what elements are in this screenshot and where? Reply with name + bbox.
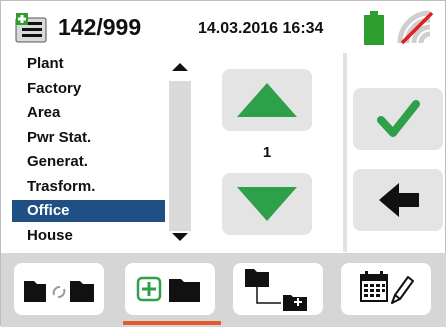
move-folder-icon	[24, 281, 94, 302]
subfolder-button[interactable]	[233, 263, 323, 315]
header-bar: 142/999 14.03.2016 16:34	[1, 1, 446, 53]
panel-divider	[343, 53, 347, 252]
battery-icon	[363, 11, 385, 45]
list-item-pwr-stat[interactable]: Pwr Stat.	[12, 127, 165, 149]
list-item-factory[interactable]: Factory	[12, 78, 165, 100]
list-item-trasform[interactable]: Trasform.	[12, 176, 165, 198]
list-item-generat[interactable]: Generat.	[12, 151, 165, 173]
calendar-edit-icon	[360, 271, 414, 304]
wifi-off-icon	[396, 9, 436, 47]
list-scrollbar[interactable]	[167, 53, 193, 252]
category-list: Plant Factory Area Pwr Stat. Generat. Tr…	[12, 53, 165, 252]
bottom-toolbar	[1, 253, 446, 327]
scroll-up-arrow-icon[interactable]	[167, 57, 193, 75]
list-item-house[interactable]: House	[12, 225, 165, 247]
decrement-button[interactable]	[222, 173, 312, 235]
move-folder-button[interactable]	[14, 263, 104, 315]
arrow-up-icon	[237, 83, 297, 117]
selector-value: 1	[262, 144, 272, 161]
check-icon	[377, 100, 420, 137]
list-item-area[interactable]: Area	[12, 102, 165, 124]
memory-count: 142/999	[58, 14, 142, 40]
memory-icon	[13, 9, 49, 45]
active-tab-indicator	[123, 321, 221, 325]
scroll-down-arrow-icon[interactable]	[167, 229, 193, 247]
add-folder-icon	[136, 276, 200, 302]
subfolder-icon	[245, 269, 307, 311]
calendar-edit-button[interactable]	[341, 263, 431, 315]
list-item-plant[interactable]: Plant	[12, 53, 165, 75]
date-time: 14.03.2016 16:34	[198, 20, 324, 37]
back-button[interactable]	[353, 169, 443, 231]
instrument-screen: 142/999 14.03.2016 16:34 Plant Factory A…	[0, 0, 446, 327]
arrow-down-icon	[237, 187, 297, 221]
arrow-left-icon	[379, 183, 419, 217]
add-folder-button[interactable]	[125, 263, 215, 315]
scrollbar-track[interactable]	[169, 81, 191, 231]
increment-button[interactable]	[222, 69, 312, 131]
confirm-button[interactable]	[353, 88, 443, 150]
list-item-office[interactable]: Office	[12, 200, 165, 222]
